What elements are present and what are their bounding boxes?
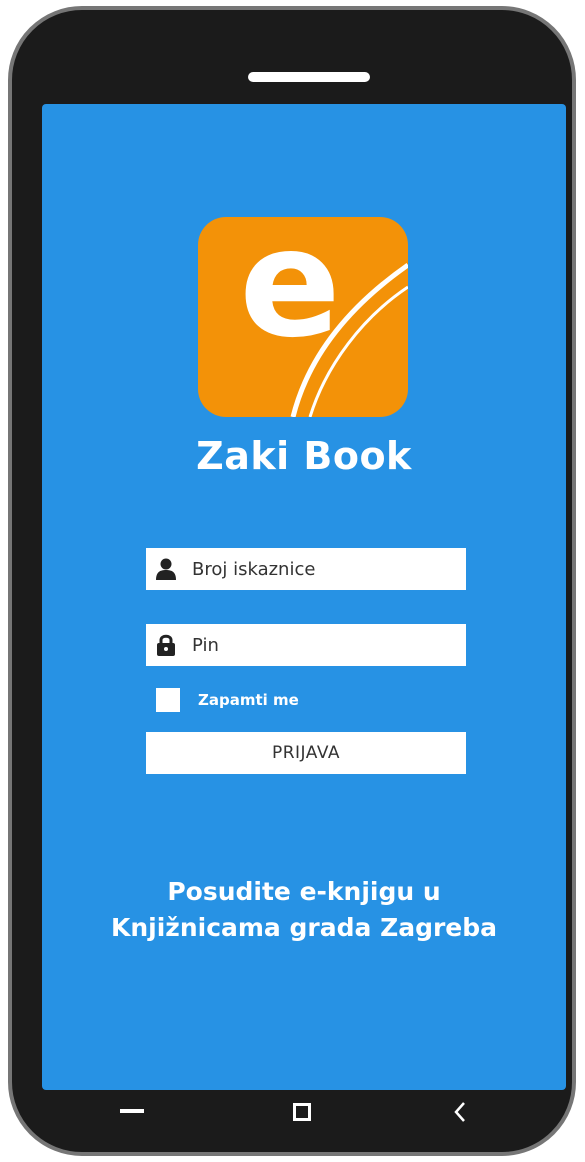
user-icon — [156, 558, 176, 580]
remember-me-checkbox[interactable] — [156, 688, 180, 712]
pin-field[interactable] — [146, 624, 466, 666]
card-number-field[interactable] — [146, 548, 466, 590]
pin-input[interactable] — [192, 624, 458, 666]
lock-icon — [157, 634, 175, 656]
remember-me-row: Zapamti me — [156, 686, 299, 714]
app-logo: e — [198, 197, 410, 418]
back-chevron-icon — [454, 1102, 465, 1122]
nav-minimize-button[interactable] — [112, 1092, 152, 1132]
square-icon — [293, 1103, 311, 1121]
nav-back-button[interactable] — [440, 1092, 480, 1132]
login-button[interactable]: PRIJAVA — [146, 732, 466, 774]
phone-speaker — [248, 72, 370, 82]
e-logo-icon: e — [239, 197, 410, 418]
app-screen: e Zaki Book Zapamti me PRIJ — [42, 104, 566, 1090]
nav-home-button[interactable] — [282, 1092, 322, 1132]
tagline-line-1: Posudite e-knjigu u — [167, 877, 441, 906]
remember-me-label: Zapamti me — [198, 691, 299, 709]
tagline-line-2: Knjižnicama grada Zagreba — [110, 913, 498, 942]
tagline: Posudite e-knjigu u Knjižnicama grada Za… — [42, 874, 566, 946]
phone-frame: e Zaki Book Zapamti me PRIJ — [8, 6, 576, 1156]
minimize-icon — [120, 1109, 144, 1113]
card-number-input[interactable] — [192, 548, 458, 590]
app-title: Zaki Book — [196, 434, 412, 478]
